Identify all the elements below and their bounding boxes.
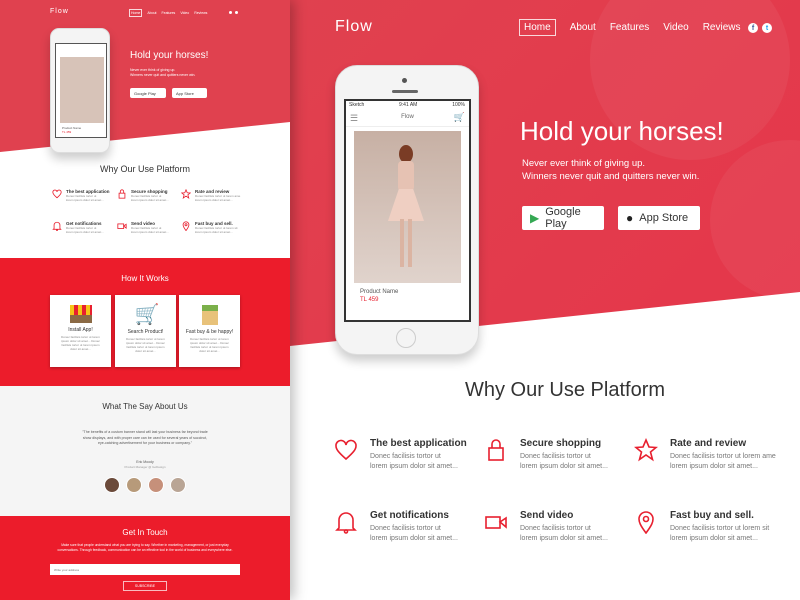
status-battery: 100% (452, 102, 465, 108)
mini-phone: Product Name TL 459 (50, 28, 110, 153)
twitter-icon[interactable]: t (762, 23, 772, 33)
mini-google-play-button[interactable]: Google Play (130, 88, 166, 98)
how-card-search: 🛒 Search Product! Donec facilisis tortor … (115, 295, 176, 367)
lock-icon (488, 439, 504, 461)
mini-logo: Flow (50, 8, 69, 15)
how-card-buy: Fast buy & be happy! Donec facilisis tort… (179, 295, 240, 367)
mini-product-image (60, 57, 104, 123)
avatar[interactable] (148, 477, 164, 493)
feature-item: Fast buy and sell. Donec facilisis tortor… (638, 510, 800, 544)
app-title: Flow (401, 114, 414, 120)
mini-hero-title: Hold your horses! (130, 50, 209, 61)
video-camera-icon (485, 516, 507, 529)
facebook-icon[interactable]: f (748, 23, 758, 33)
hero-subtitle: Never ever think of giving up. Winners ne… (522, 158, 700, 182)
avatar[interactable] (104, 477, 120, 493)
status-carrier: Sketch (349, 102, 365, 108)
how-card-install: Install App! Donec facilisis tortor ut lo… (50, 295, 111, 367)
grocery-bag-icon (201, 305, 218, 325)
mini-hero-text: Never ever think of giving up. Winners ne… (130, 68, 196, 77)
mini-nav-reviews[interactable]: Reviews (194, 11, 207, 15)
phone-screen: Sketch 9:41 AM 100% ☰ Flow 🛒 Product Nam… (344, 99, 471, 322)
hero-title: Hold your horses! (520, 116, 724, 146)
mini-product-price: TL 459 (62, 130, 72, 134)
mini-how-title: How It Works (121, 274, 169, 283)
contact-text: Make sure that people understand what yo… (57, 543, 233, 552)
testimonial-quote: "The benefits of a custom banner stand w… (82, 430, 208, 445)
mini-feature-item: Fast buy and sell. Donec facilisis tortor… (182, 221, 255, 234)
mini-nav: Home About Features Video Reviews (129, 9, 207, 17)
nav-about[interactable]: About (570, 22, 596, 33)
shop-stall-icon (69, 305, 92, 323)
mini-nav-video[interactable]: Video (180, 11, 189, 15)
avatar[interactable] (170, 477, 186, 493)
avatar-list (104, 477, 186, 493)
avatar[interactable] (126, 477, 142, 493)
contact-title: Get In Touch (122, 528, 168, 537)
apple-icon: ● (626, 211, 634, 225)
heart-icon (335, 439, 357, 461)
mini-testimonial-title: What The Say About Us (102, 402, 188, 411)
product-price: TL 459 (360, 297, 379, 303)
mini-feature-item: Rate and review Donec facilisis tortor ut… (181, 189, 255, 202)
app-store-button[interactable]: ● App Store (618, 206, 700, 230)
mini-nav-features[interactable]: Features (162, 11, 176, 15)
cart-icon[interactable]: 🛒 (454, 112, 465, 123)
product-name: Product Name (360, 289, 399, 295)
logo[interactable]: Flow (335, 18, 373, 36)
mini-map-pin-icon (182, 221, 190, 231)
mini-twitter-icon[interactable] (235, 11, 238, 14)
mini-video-camera-icon (117, 223, 127, 229)
product-image[interactable] (354, 131, 461, 283)
home-button (396, 328, 416, 348)
nav-features[interactable]: Features (610, 22, 649, 33)
subscribe-button[interactable]: SUBSCRIBE (123, 581, 167, 591)
map-pin-icon (638, 511, 654, 534)
mini-features-title: Why Our Use Platform (99, 164, 191, 174)
google-play-button[interactable]: ▶ Google Play (522, 206, 604, 230)
email-input[interactable] (50, 564, 240, 575)
status-time: 9:41 AM (399, 102, 418, 108)
bell-icon (335, 512, 357, 534)
testimonial-role: Product Manager @ GoDesign (124, 465, 166, 469)
zoomed-preview: Flow Home About Features Video Reviews f… (290, 0, 800, 600)
mini-app-store-button[interactable]: App Store (172, 88, 207, 98)
testimonial-name: Eric Moody (136, 460, 154, 464)
mini-nav-about[interactable]: About (147, 11, 156, 15)
mini-star-icon (181, 189, 191, 199)
main-nav: Home About Features Video Reviews (519, 19, 741, 36)
nav-reviews[interactable]: Reviews (703, 22, 741, 33)
google-play-icon: ▶ (530, 211, 540, 225)
mini-bell-icon (52, 221, 62, 231)
mini-facebook-icon[interactable] (229, 11, 232, 14)
features-title: Why Our Use Platform (464, 379, 666, 401)
nav-home[interactable]: Home (519, 19, 556, 36)
mini-heart-icon (52, 189, 62, 199)
mini-nav-home[interactable]: Home (129, 9, 143, 17)
feature-item: Rate and review Donec facilisis tortor ut… (634, 438, 800, 472)
star-icon (634, 438, 658, 462)
mini-lock-icon (118, 189, 126, 199)
full-page-preview: Flow Home About Features Video Reviews P… (0, 0, 290, 600)
shopping-cart-icon: 🛒 (134, 304, 160, 326)
nav-video[interactable]: Video (663, 22, 688, 33)
phone-mockup: Sketch 9:41 AM 100% ☰ Flow 🛒 Product Nam… (335, 65, 479, 355)
